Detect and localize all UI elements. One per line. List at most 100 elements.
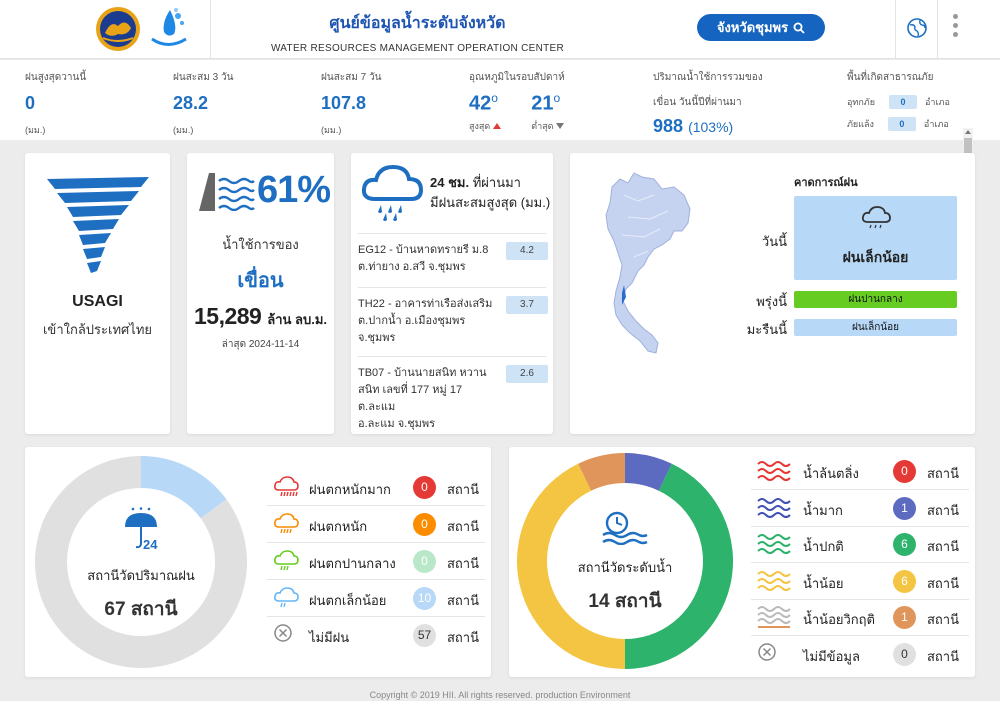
footer: Copyright © 2019 HII. All rights reserve… xyxy=(369,690,631,700)
water-legend-row[interactable]: น้ำมาก 1 สถานี xyxy=(751,490,969,527)
stat-value: 28.2 xyxy=(173,93,209,113)
title-english: WATER RESOURCES MANAGEMENT OPERATION CEN… xyxy=(270,43,565,54)
cloud-rain-icon xyxy=(861,206,891,229)
water-legend-name: น้ำมาก xyxy=(803,502,843,518)
water-legend-row[interactable]: น้ำน้อย 6 สถานี xyxy=(751,563,969,600)
stat-value: 0 xyxy=(25,93,36,113)
thailand-map[interactable] xyxy=(598,165,698,361)
stat-label: ฝนสะสม 7 วัน xyxy=(321,72,382,83)
scroll-up-icon[interactable] xyxy=(965,130,971,134)
water-legend-row[interactable]: น้ำปกติ 6 สถานี xyxy=(751,526,969,563)
rain-legend-row[interactable]: ไม่มีฝน 57 สถานี xyxy=(267,617,485,654)
no-data-icon xyxy=(757,642,783,666)
rain-legend-row[interactable]: ฝนตกหนักมาก 0 สถานี xyxy=(267,469,485,506)
tornado-icon xyxy=(47,177,149,273)
rain-value-badge: 3.7 xyxy=(506,296,548,314)
forecast-tomorrow-bar[interactable]: ฝนปานกลาง xyxy=(794,291,957,308)
dam-card[interactable]: 61% น้ำใช้การของ เขื่อน 15,289 ล้าน ลบ.ม… xyxy=(187,153,334,434)
storm-card[interactable]: USAGI เข้าใกล้ประเทศไทย xyxy=(25,153,170,434)
page-title: ศูนย์ข้อมูลน้ำระดับจังหวัด WATER RESOURC… xyxy=(250,11,585,54)
water-legend-count: 6 xyxy=(893,533,916,556)
water-legend-unit: สถานี xyxy=(927,648,959,664)
rain-legend-count: 57 xyxy=(413,624,436,647)
rain-value-badge: 4.2 xyxy=(506,242,548,260)
province-search-button[interactable]: จังหวัดชุมพร xyxy=(697,14,825,41)
low-water-wave-icon xyxy=(757,569,791,593)
dam-percent: 61% xyxy=(257,169,331,211)
water-legend-name: น้ำปกติ xyxy=(803,539,844,554)
globe-icon[interactable] xyxy=(906,17,928,39)
stat-max-rain: ฝนสูงสุดวานนี้ 0 (มม.) xyxy=(25,70,86,137)
dam-label: น้ำใช้การของ xyxy=(222,237,299,252)
umbrella-24-icon: 24 xyxy=(125,507,158,552)
rain-station-row[interactable]: TB07 - บ้านนายสนิท หวาน สนิท เลขที่ 177 ห… xyxy=(358,356,548,430)
forecast-day-after-bar[interactable]: ฝนเล็กน้อย xyxy=(794,319,957,336)
water-legend-count: 1 xyxy=(893,606,916,629)
water-stations-center-label: สถานีวัดระดับน้ำ 14 สถานี xyxy=(531,557,719,616)
rain-legend-name: ฝนตกเล็กน้อย xyxy=(309,593,387,608)
rain-legend-row[interactable]: ฝนตกหนัก 0 สถานี xyxy=(267,506,485,543)
water-legend-row[interactable]: ไม่มีข้อมูล 0 สถานี xyxy=(751,636,969,673)
water-legend-unit: สถานี xyxy=(927,466,959,481)
svg-text:24: 24 xyxy=(143,537,158,552)
forecast-day-label: วันนี้ xyxy=(761,234,787,249)
rain-stations-donut-segment[interactable] xyxy=(140,456,227,519)
water-legend-name: น้ำน้อยวิกฤติ xyxy=(803,612,875,627)
no-rain-icon xyxy=(273,623,299,647)
water-stations-donut-segment[interactable] xyxy=(578,453,626,491)
arrow-up-icon xyxy=(493,123,502,130)
rain-legend-count: 0 xyxy=(413,476,436,499)
stat-unit: (มม.) xyxy=(25,125,46,135)
header-divider xyxy=(210,0,211,59)
high-water-wave-icon xyxy=(757,496,791,520)
stat-disaster-area: พื้นที่เกิดสาธารณภัย อุทกภัย 0 อำเภอ ภัยแล… xyxy=(847,70,950,131)
more-menu-icon[interactable] xyxy=(950,14,960,42)
stat-temperature: อุณหภูมิในรอบสัปดาห์ 42o สูงสุด 21o ต่ำส… xyxy=(469,70,565,133)
water-legend-unit: สถานี xyxy=(927,539,959,554)
rain-legend-row[interactable]: ฝนตกเล็กน้อย 10 สถานี xyxy=(267,580,485,617)
stat-label: เขื่อน วันนี้ปีที่ผ่านมา xyxy=(653,97,742,108)
rain-legend-unit: สถานี xyxy=(447,593,479,608)
water-stations-total: 14 สถานี xyxy=(588,591,662,612)
water-legend-row[interactable]: น้ำล้นตลิ่ง 0 สถานี xyxy=(751,453,969,490)
water-drop-logo xyxy=(151,8,187,46)
province-seal-logo xyxy=(96,7,140,51)
province-button-label: จังหวัดชุมพร xyxy=(716,20,789,35)
forecast-today-box[interactable]: ฝนเล็กน้อย xyxy=(794,196,957,280)
header-divider xyxy=(895,0,896,59)
water-legend-unit: สถานี xyxy=(927,575,959,591)
rain-legend-unit: สถานี xyxy=(447,556,479,571)
stat-label: ฝนสูงสุดวานนี้ xyxy=(25,72,87,83)
rain-legend-name: ไม่มีฝน xyxy=(309,630,350,645)
water-stations-label: สถานีวัดระดับน้ำ xyxy=(577,560,673,575)
water-stations-donut-segment[interactable] xyxy=(624,453,672,491)
stat-rain-3day: ฝนสะสม 3 วัน 28.2 (มม.) xyxy=(173,70,233,137)
rain-forecast-card: คาดการณ์ฝน วันนี้ ฝนเล็กน้อย พรุ่งนี้ ฝน… xyxy=(570,153,975,434)
water-legend-name: น้ำน้อย xyxy=(803,575,844,591)
rain-legend-count: 0 xyxy=(413,550,436,573)
rain-legend-row[interactable]: ฝนตกปานกลาง 0 สถานี xyxy=(267,543,485,580)
critical-low-wave-icon xyxy=(757,605,791,629)
forecast-title: คาดการณ์ฝน xyxy=(794,177,858,189)
stat-value: 107.8 xyxy=(321,93,367,113)
water-legend-row[interactable]: น้ำน้อยวิกฤติ 1 สถานี xyxy=(751,599,969,636)
dam-updated: ล่าสุด 2024-11-14 xyxy=(221,339,300,350)
rain-stations-total: 67 สถานี xyxy=(104,599,178,620)
temp-low: 21o xyxy=(531,91,561,115)
stat-unit: (มม.) xyxy=(321,125,342,135)
rain-legend-name: ฝนตกหนักมาก xyxy=(309,482,391,497)
rain-cloud-icon xyxy=(273,512,299,536)
rain-station-row[interactable]: TH22 - อาคารท่าเรือส่งเสริม ต.ปากน้ำ อ.เม… xyxy=(358,287,548,357)
forecast-day-label: พรุ่งนี้ xyxy=(756,294,787,309)
normal-water-wave-icon xyxy=(757,532,791,556)
rain-stations-donut-chart[interactable] xyxy=(35,456,247,668)
temp-high-label: สูงสุด xyxy=(469,119,502,133)
header-divider xyxy=(937,0,938,59)
header: ศูนย์ข้อมูลน้ำระดับจังหวัด WATER RESOURC… xyxy=(0,0,1000,59)
dam-label-bold: เขื่อน xyxy=(237,270,284,292)
rain-legend-count: 10 xyxy=(413,587,436,610)
stat-value: 988 (103%) xyxy=(653,116,734,136)
stat-rain-7day: ฝนสะสม 7 วัน 107.8 (มม.) xyxy=(321,70,381,137)
rain-legend-unit: สถานี xyxy=(447,630,479,645)
rain-value-badge: 2.6 xyxy=(506,365,548,383)
